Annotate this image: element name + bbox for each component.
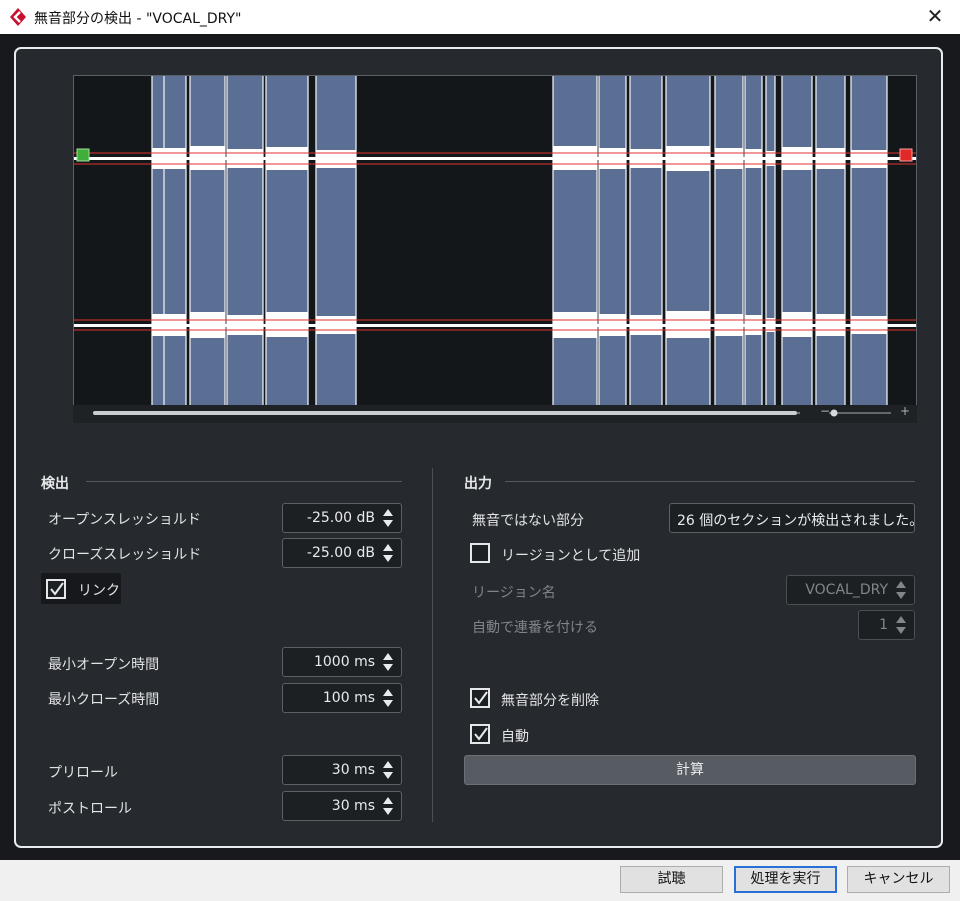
min-open-field[interactable]: 1000 ms bbox=[282, 647, 402, 677]
spin-arrows-icon[interactable] bbox=[895, 615, 907, 635]
title-bar: 無音部分の検出 - "VOCAL_DRY" ✕ bbox=[0, 0, 960, 34]
zoom-slider-knob[interactable] bbox=[830, 409, 838, 417]
min-close-field[interactable]: 100 ms bbox=[282, 683, 402, 713]
auto-label: 自動 bbox=[501, 729, 529, 745]
window-title: 無音部分の検出 - "VOCAL_DRY" bbox=[34, 11, 242, 27]
column-divider bbox=[432, 468, 433, 822]
detect-divider bbox=[86, 481, 402, 482]
add-as-region-checkbox[interactable] bbox=[470, 543, 490, 563]
close-threshold-value: -25.00 dB bbox=[306, 545, 375, 561]
add-as-region-label: リージョンとして追加 bbox=[501, 548, 641, 564]
region-name-label: リージョン名 bbox=[472, 585, 556, 601]
start-marker-handle[interactable] bbox=[76, 148, 90, 162]
end-marker-handle[interactable] bbox=[899, 148, 913, 162]
link-toggle[interactable]: リンク bbox=[41, 573, 121, 604]
auto-number-value: 1 bbox=[879, 617, 888, 633]
process-button[interactable]: 処理を実行 bbox=[734, 866, 837, 893]
detected-sections bbox=[152, 76, 887, 406]
spin-arrows-icon[interactable] bbox=[382, 508, 394, 528]
scroll-svg bbox=[93, 409, 891, 417]
min-open-label: 最小オープン時間 bbox=[48, 657, 160, 673]
preroll-label: プリロール bbox=[48, 765, 118, 781]
open-threshold-field[interactable]: -25.00 dB bbox=[282, 503, 402, 533]
checkmark-icon bbox=[50, 582, 64, 596]
min-close-value: 100 ms bbox=[322, 690, 375, 706]
zoom-in-icon[interactable]: + bbox=[900, 404, 910, 418]
waveform-svg bbox=[74, 76, 916, 406]
open-threshold-value: -25.00 dB bbox=[306, 510, 375, 526]
sections-detected-readout: 26 個のセクションが検出されました。 bbox=[669, 503, 923, 533]
cubase-app-icon bbox=[10, 8, 26, 26]
output-divider bbox=[505, 481, 915, 482]
close-icon[interactable]: ✕ bbox=[922, 4, 948, 30]
postroll-value: 30 ms bbox=[331, 798, 375, 814]
link-checkbox[interactable] bbox=[46, 579, 66, 599]
detect-heading: 検出 bbox=[41, 476, 69, 492]
checkmark-icon bbox=[474, 727, 488, 741]
min-close-label: 最小クローズ時間 bbox=[48, 692, 160, 708]
delete-silence-checkbox[interactable] bbox=[470, 688, 490, 708]
waveform-channel-2 bbox=[74, 311, 916, 338]
horizontal-scrollbar[interactable] bbox=[93, 411, 797, 415]
spin-arrows-icon[interactable] bbox=[382, 543, 394, 563]
spin-arrows-icon[interactable] bbox=[382, 760, 394, 780]
preview-button[interactable]: 試聴 bbox=[620, 866, 723, 893]
preroll-value: 30 ms bbox=[331, 762, 375, 778]
open-threshold-label: オープンスレッショルド bbox=[48, 512, 201, 528]
spin-arrows-icon[interactable] bbox=[895, 580, 907, 600]
calculate-button[interactable]: 計算 bbox=[464, 755, 916, 785]
non-silent-label: 無音ではない部分 bbox=[472, 513, 584, 529]
checkmark-icon bbox=[474, 691, 488, 705]
auto-checkbox[interactable] bbox=[470, 724, 490, 744]
region-name-field[interactable]: VOCAL_DRY bbox=[786, 575, 915, 605]
scrollbar-track-end bbox=[797, 412, 800, 414]
region-name-value: VOCAL_DRY bbox=[805, 582, 888, 598]
zoom-out-icon[interactable]: − bbox=[820, 404, 830, 418]
link-label: リンク bbox=[78, 583, 120, 599]
spin-arrows-icon[interactable] bbox=[382, 652, 394, 672]
close-threshold-label: クローズスレッショルド bbox=[48, 547, 202, 563]
auto-number-field[interactable]: 1 bbox=[858, 610, 915, 640]
output-heading: 出力 bbox=[464, 476, 492, 492]
postroll-label: ポストロール bbox=[48, 801, 132, 817]
cancel-button[interactable]: キャンセル bbox=[847, 866, 950, 893]
spin-arrows-icon[interactable] bbox=[382, 796, 394, 816]
auto-number-label: 自動で連番を付ける bbox=[472, 620, 598, 636]
min-open-value: 1000 ms bbox=[313, 654, 375, 670]
scroll-zoom-strip bbox=[73, 405, 917, 423]
waveform-display[interactable] bbox=[73, 75, 917, 423]
preroll-field[interactable]: 30 ms bbox=[282, 755, 402, 785]
spin-arrows-icon[interactable] bbox=[382, 688, 394, 708]
waveform-channel-1 bbox=[74, 146, 916, 171]
postroll-field[interactable]: 30 ms bbox=[282, 791, 402, 821]
delete-silence-label: 無音部分を削除 bbox=[501, 693, 599, 709]
close-threshold-field[interactable]: -25.00 dB bbox=[282, 538, 402, 568]
